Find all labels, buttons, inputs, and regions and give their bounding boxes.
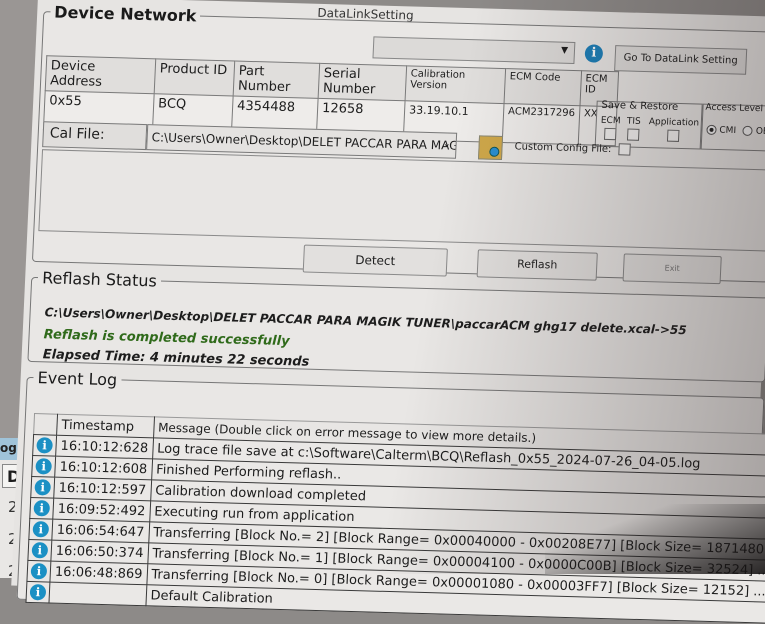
event-timestamp: 16:09:52:492 [52, 498, 151, 522]
tis-label: TIS [626, 116, 641, 127]
application-label: Application [648, 117, 700, 129]
info-icon: i [29, 584, 47, 601]
detect-button[interactable]: Detect [302, 244, 448, 277]
timestamp-column-header[interactable]: Timestamp [56, 414, 155, 438]
info-icon: i [36, 437, 53, 454]
reflash-status-group: Reflash Status C:\Users\Owner\Desktop\DE… [27, 267, 765, 383]
event-timestamp [48, 582, 147, 606]
col-serial-number: Serial Number [318, 63, 407, 101]
reflash-window: DataLinkSetting Device Network ▼ i Go To… [11, 0, 765, 624]
col-device-address: Device Address [45, 55, 156, 94]
reflash-status-legend: Reflash Status [41, 268, 158, 291]
event-log-table: Timestamp Message (Double click on error… [25, 413, 765, 624]
application-checkbox[interactable] [667, 129, 680, 142]
cal-file-value: C:\Users\Owner\Desktop\DELET PACCAR PARA… [151, 130, 458, 153]
chevron-down-icon: ⌄ [442, 139, 451, 150]
exit-button[interactable]: Exit [622, 253, 722, 285]
col-part-number: Part Number [233, 61, 320, 99]
event-timestamp: 16:06:48:869 [49, 561, 148, 585]
tis-checkbox[interactable] [626, 128, 640, 141]
col-product-id: Product ID [154, 58, 235, 96]
icon-column-header [33, 413, 58, 436]
info-icon: i [31, 542, 49, 559]
col-ecm-code: ECM Code [504, 68, 582, 106]
event-timestamp: 16:10:12:608 [54, 456, 153, 480]
event-log-group: Event Log Timestamp Message (Double clic… [16, 367, 765, 624]
save-restore-tis[interactable]: TIS [626, 116, 641, 141]
event-log-legend: Event Log [37, 368, 118, 390]
access-level-group: Access Level Group CMI OEM [700, 102, 765, 152]
access-level-options: CMI OEM [706, 124, 765, 138]
datalink-dropdown[interactable]: ▼ [372, 36, 576, 65]
device-network-legend: Device Network [53, 2, 197, 26]
event-timestamp: 16:06:54:647 [51, 519, 150, 543]
device-detail-area [38, 149, 765, 252]
save-restore-ecm[interactable]: ECM [600, 116, 621, 141]
ecm-checkbox[interactable] [603, 127, 617, 141]
cal-file-label: Cal File: [42, 121, 148, 151]
custom-config-label: Custom Config File: [514, 141, 612, 156]
chevron-down-icon: ▼ [560, 45, 569, 56]
cmi-label: CMI [719, 125, 737, 137]
ecm-label: ECM [600, 115, 621, 127]
col-calibration-version: Calibration Version [405, 65, 506, 104]
browse-folder-button[interactable] [477, 135, 504, 161]
oem-radio[interactable] [742, 125, 754, 137]
device-network-group: Device Network ▼ i Go To DataLink Settin… [31, 2, 765, 285]
info-icon: i [33, 500, 51, 517]
custom-config-checkbox[interactable] [618, 143, 631, 156]
event-timestamp: 16:06:50:374 [50, 540, 149, 564]
custom-config-file: Custom Config File: [514, 140, 631, 156]
info-icon: i [35, 458, 53, 475]
event-timestamp: 16:10:12:597 [53, 477, 152, 501]
cmi-radio[interactable] [706, 124, 717, 135]
reflash-result-message: Reflash is completed successfully [43, 327, 290, 350]
info-icon: i [32, 521, 50, 538]
info-icon: i [34, 479, 52, 496]
reflash-button[interactable]: Reflash [476, 249, 598, 281]
folder-search-icon [489, 146, 500, 157]
elapsed-time: Elapsed Time: 4 minutes 22 seconds [42, 347, 310, 370]
access-level-title: Access Level Group [705, 102, 765, 115]
go-to-datalink-setting-button[interactable]: Go To DataLink Setting [614, 45, 748, 75]
save-restore-application[interactable]: Application [648, 117, 699, 142]
event-timestamp: 16:10:12:628 [55, 435, 154, 459]
info-icon: i [30, 563, 48, 580]
oem-label: OEM [755, 126, 765, 138]
info-icon[interactable]: i [584, 44, 604, 63]
save-restore-title: Save & Restore [601, 99, 679, 113]
